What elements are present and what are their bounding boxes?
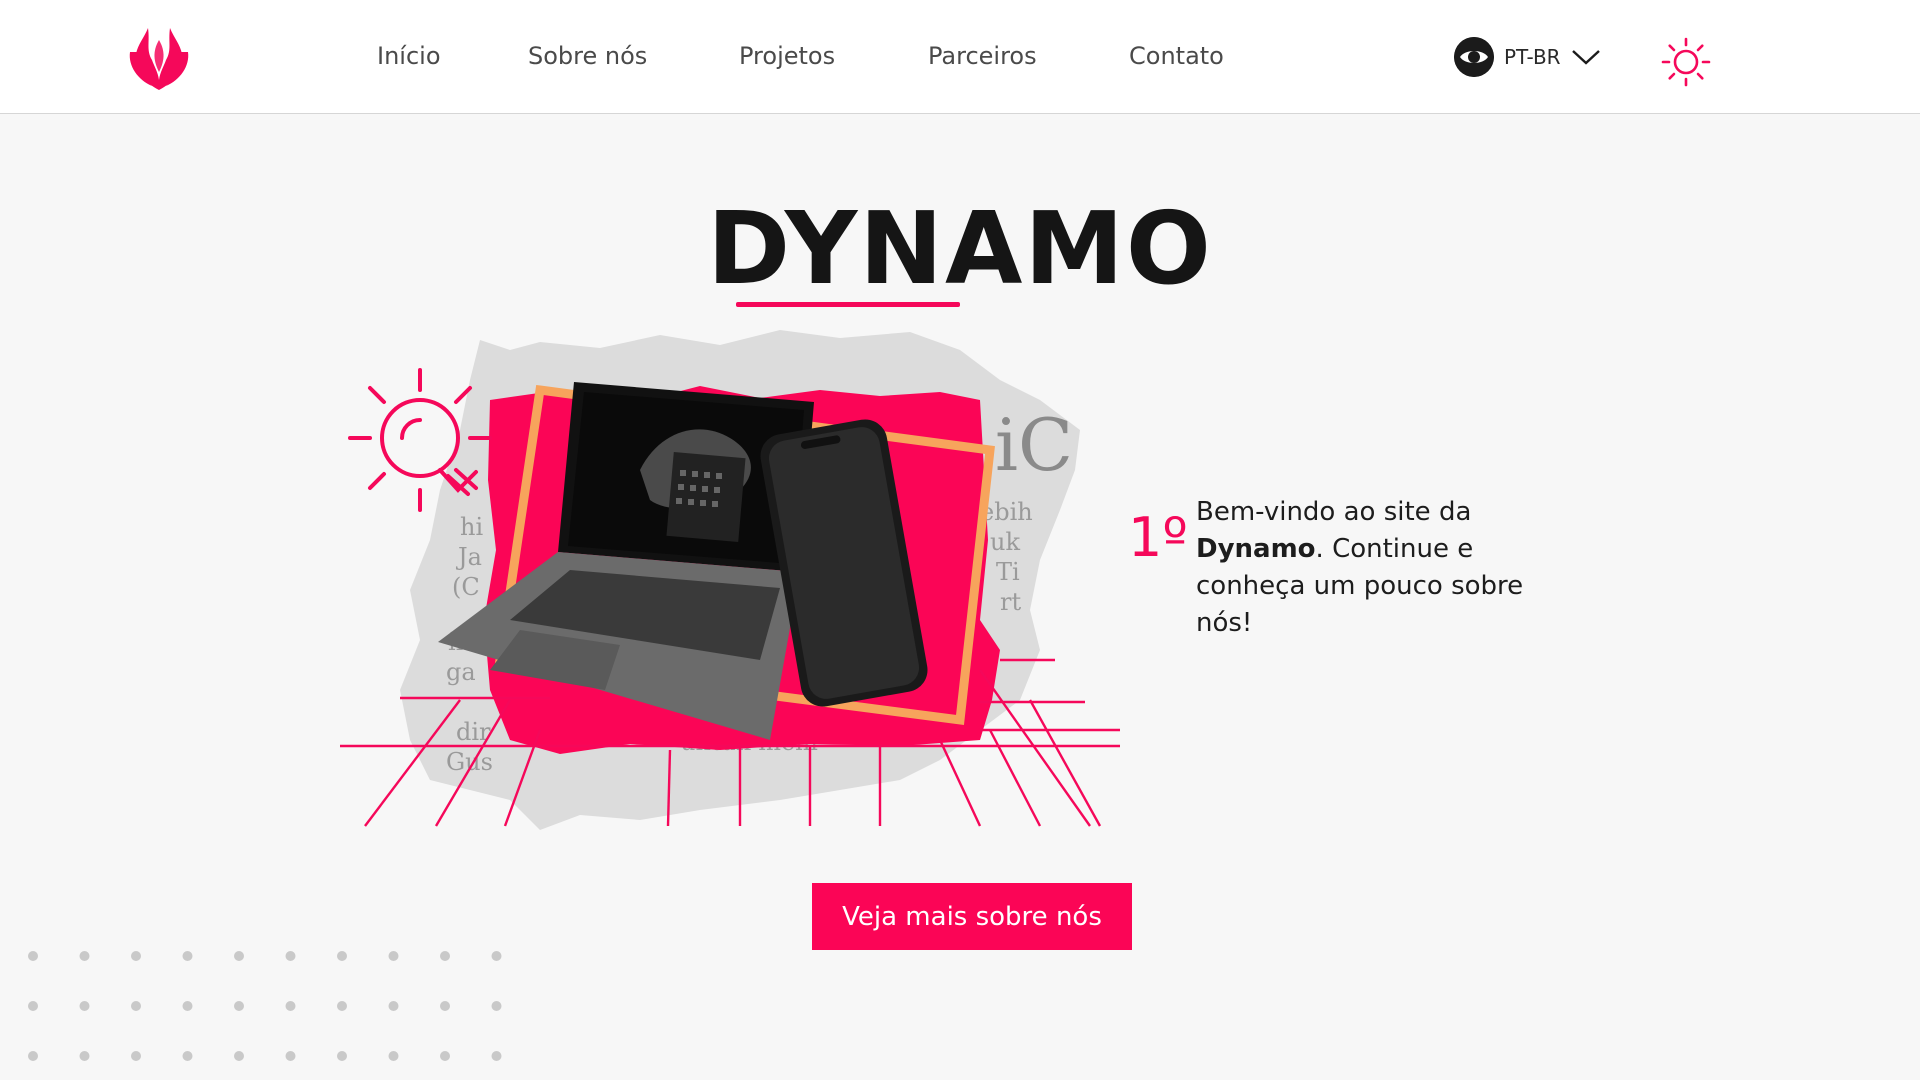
svg-text:Gus: Gus [446,748,493,776]
decor-dot [285,1051,296,1061]
decor-dot [131,951,141,961]
feature-text: Bem-vindo ao site da Dynamo. Continue e … [1196,494,1546,642]
nav-link-projetos[interactable]: Projetos [739,42,835,70]
see-more-button[interactable]: Veja mais sobre nós [812,883,1132,950]
decor-dot [491,1051,502,1061]
decor-dot [79,1001,90,1011]
hero-illustration: hiJa(C ingadir Gusebihuk Tirtuntuk mem i… [340,330,1120,830]
decor-dot [491,951,502,961]
decor-dot [79,951,90,961]
navbar: Início Sobre nós Projetos Parceiros Cont… [0,0,1920,114]
nav-link-inicio[interactable]: Início [377,42,441,70]
decor-dot [440,951,450,961]
decor-dot [28,1051,38,1061]
sun-icon[interactable] [1660,36,1712,88]
svg-text:Ti: Ti [996,558,1020,586]
svg-text:(C: (C [452,573,480,601]
nav-link-sobre-nos[interactable]: Sobre nós [528,42,647,70]
decor-dot [388,1051,399,1061]
decor-dot [388,1001,399,1011]
decor-dot [337,951,347,961]
eye-flag-icon [1454,37,1494,77]
flame-logo-icon[interactable] [126,22,192,92]
decor-dot [131,1051,141,1061]
decor-dot [28,1001,38,1011]
svg-text:rt: rt [1000,588,1021,616]
decor-dot [234,1051,244,1061]
decor-dot [337,1001,347,1011]
decor-dot [440,1001,450,1011]
svg-text:Ja: Ja [455,543,482,571]
decor-dot [285,1001,296,1011]
decor-dot [234,1001,244,1011]
svg-text:uk: uk [990,528,1020,556]
decor-dot [234,951,244,961]
title-underline [736,302,960,307]
decor-dot [491,1001,502,1011]
page-title: DYNAMO [707,190,1213,307]
newspaper-headline: iC [995,403,1073,487]
decor-dot [182,1051,193,1061]
chevron-down-icon [1571,50,1600,65]
feature-brand: Dynamo [1196,534,1316,564]
decor-dot [28,951,38,961]
decor-dot [182,1001,193,1011]
feature-text-start: Bem-vindo ao site da [1196,497,1472,527]
nav-link-parceiros[interactable]: Parceiros [928,42,1037,70]
nav-link-contato[interactable]: Contato [1129,42,1224,70]
feature-number: 1º [1128,506,1188,569]
dot-pattern [28,951,502,1061]
decor-dot [79,1051,90,1061]
decor-dot [182,951,193,961]
svg-text:hi: hi [460,513,483,541]
language-label: PT-BR [1504,45,1561,69]
language-selector[interactable]: PT-BR [1454,36,1601,78]
decor-dot [131,1001,141,1011]
decor-dot [337,1051,347,1061]
decor-dot [440,1051,450,1061]
decor-dot [388,951,399,961]
svg-text:ga: ga [446,658,476,686]
decor-dot [285,951,296,961]
